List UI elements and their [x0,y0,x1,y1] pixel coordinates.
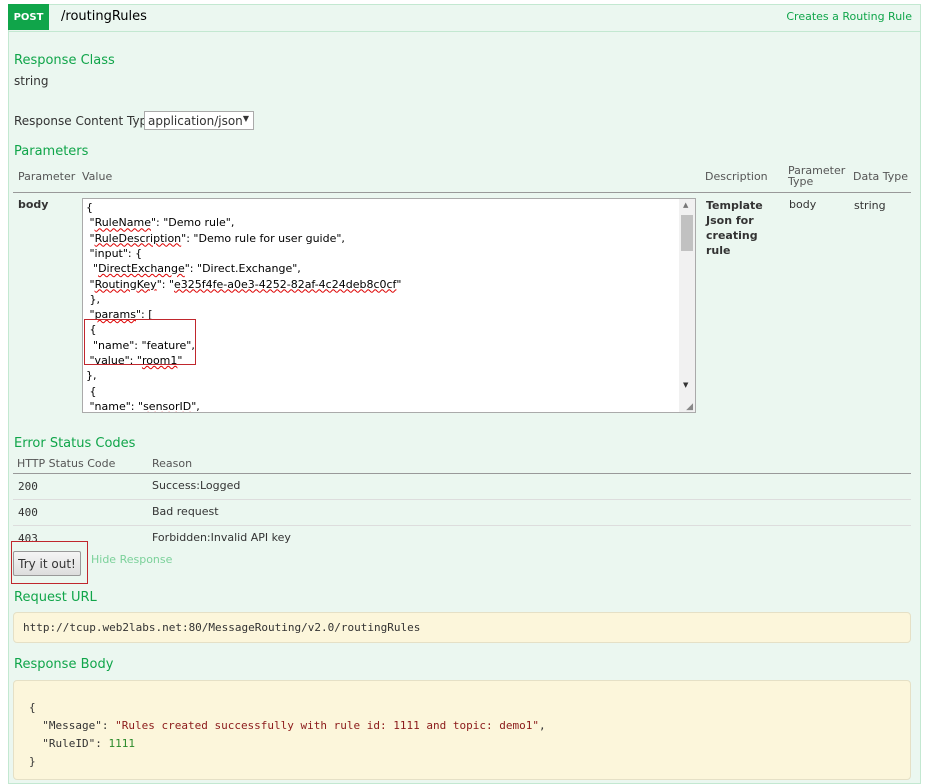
status-code: 200 [18,480,38,493]
scroll-up-icon[interactable]: ▲ [683,201,688,209]
status-reason: Bad request [152,505,219,518]
parameters-heading: Parameters [14,144,89,159]
scroll-down-icon[interactable]: ▼ [683,381,688,389]
col-parameter-type: Parameter Type [788,164,846,188]
code-line: }, [86,292,100,306]
hide-response-link[interactable]: Hide Response [91,553,172,566]
textarea-scrollbar[interactable]: ▲ ▼ [679,199,695,412]
status-code: 400 [18,506,38,519]
method-badge[interactable]: POST [8,4,49,30]
param-description: Template Json for creating rule [706,199,763,257]
code-line: "input": { [86,246,143,260]
request-url-box: http://tcup.web2labs.net:80/MessageRouti… [13,612,911,643]
col-description: Description [705,170,768,183]
dropdown-arrow-icon: ▼ [242,114,249,123]
code-line: "RuleDescription": "Demo rule for user g… [86,231,345,245]
operation-path[interactable]: /routingRules [61,9,147,24]
try-it-out-button[interactable]: Try it out! [13,551,81,576]
code-line: "DirectExchange": "Direct.Exchange", [86,262,301,276]
param-name: body [18,198,49,211]
row-divider [13,525,911,526]
col-data-type: Data Type [853,170,909,183]
resize-handle-icon[interactable]: ◢ [686,402,693,412]
highlight-box [84,319,196,365]
code-line: { [86,201,93,214]
content-type-label: Response Content Type [14,114,155,128]
col-reason: Reason [152,457,193,470]
response-body-heading: Response Body [14,657,114,672]
response-body-box: { "Message": "Rules created successfully… [13,680,911,780]
body-textarea[interactable]: { "RuleName": "Demo rule", "RuleDescript… [82,198,696,413]
response-class-heading: Response Class [14,53,115,68]
content-type-selected: application/json [148,114,243,128]
code-line: { [86,384,97,398]
col-value: Value [82,170,113,183]
scrollbar-thumb[interactable] [681,215,693,251]
col-status-code: HTTP Status Code [17,457,116,470]
col-parameter: Parameter [18,170,76,183]
status-reason: Success:Logged [152,479,241,492]
status-reason: Forbidden:Invalid API key [152,531,291,544]
operation-summary[interactable]: Creates a Routing Rule [786,10,912,23]
request-url-heading: Request URL [14,590,97,605]
code-line: "name": "sensorID", [86,399,200,413]
content-type-select[interactable]: application/json ▼ [144,111,254,130]
response-json: { "Message": "Rules created successfully… [29,701,546,768]
request-url-value: http://tcup.web2labs.net:80/MessageRouti… [23,621,421,634]
code-line: }, [86,369,97,383]
error-codes-heading: Error Status Codes [14,436,136,451]
param-type: body [789,198,817,211]
row-divider [13,499,911,500]
response-class-value: string [14,74,49,88]
code-line: "RoutingKey": "e325f4fe-a0e3-4252-82af-4… [86,277,402,291]
code-line: "RuleName": "Demo rule", [86,216,235,230]
param-data-type: string [854,199,886,212]
